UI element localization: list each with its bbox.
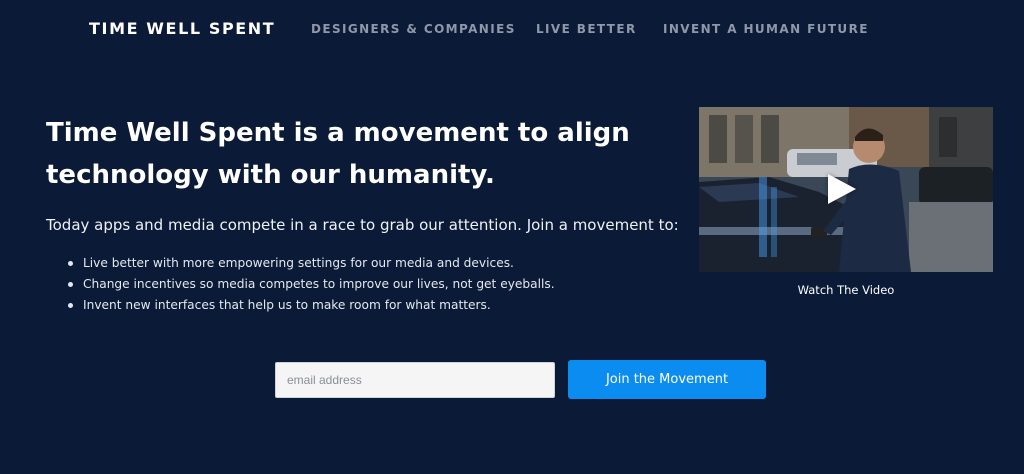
video-thumbnail[interactable]: [699, 107, 993, 272]
hero-headline: Time Well Spent is a movement to align t…: [46, 112, 646, 196]
brand-logo-link[interactable]: TIME WELL SPENT: [89, 19, 275, 38]
bullet-dot-icon: [68, 282, 73, 287]
video-caption-link[interactable]: Watch The Video: [699, 283, 993, 297]
email-input[interactable]: [275, 362, 555, 398]
list-item-text: Live better with more empowering setting…: [83, 256, 514, 270]
top-nav: TIME WELL SPENT DESIGNERS & COMPANIES LI…: [0, 0, 1024, 60]
list-item: Live better with more empowering setting…: [68, 253, 628, 274]
list-item: Invent new interfaces that help us to ma…: [68, 295, 628, 316]
hero-intro: Today apps and media compete in a race t…: [46, 216, 679, 234]
join-movement-button[interactable]: Join the Movement: [568, 360, 766, 399]
nav-link-designers-companies[interactable]: DESIGNERS & COMPANIES: [311, 22, 516, 36]
benefit-list: Live better with more empowering setting…: [68, 253, 628, 316]
list-item: Change incentives so media competes to i…: [68, 274, 628, 295]
play-icon[interactable]: [828, 174, 856, 204]
hero-headline-line-2: technology with our humanity.: [46, 160, 495, 190]
bullet-dot-icon: [68, 303, 73, 308]
hero-headline-line-1: Time Well Spent is a movement to align: [46, 118, 630, 148]
bullet-dot-icon: [68, 261, 73, 266]
list-item-text: Invent new interfaces that help us to ma…: [83, 298, 491, 312]
nav-link-live-better[interactable]: LIVE BETTER: [536, 22, 637, 36]
list-item-text: Change incentives so media competes to i…: [83, 277, 555, 291]
nav-link-invent-human-future[interactable]: INVENT A HUMAN FUTURE: [663, 22, 869, 36]
